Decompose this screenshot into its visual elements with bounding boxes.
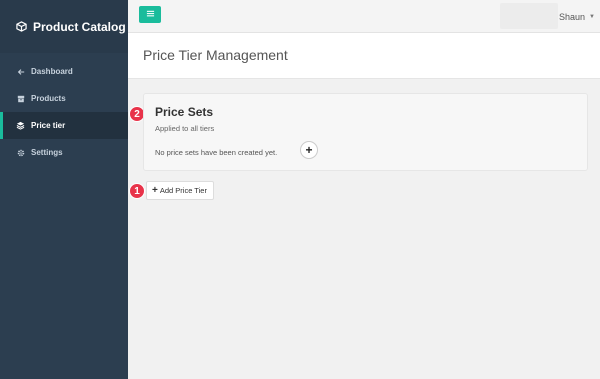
gear-icon [16, 148, 25, 157]
price-sets-title: Price Sets [155, 105, 214, 119]
brand-title: Product Catalog [33, 19, 126, 34]
user-menu[interactable]: Shaun ▼ [500, 0, 600, 33]
add-price-tier-label: Add Price Tier [159, 186, 207, 195]
topbar: Shaun ▼ [128, 0, 600, 33]
sidebar-item-label: Settings [31, 148, 63, 157]
sidebar-item-products[interactable]: Products [0, 85, 128, 112]
price-sets-empty-text: No price sets have been created yet. [155, 148, 278, 157]
arrow-left-icon [16, 67, 25, 76]
layers-icon [16, 121, 25, 130]
add-price-tier-button[interactable]: + Add Price Tier [146, 181, 214, 200]
sidebar-item-price-tier[interactable]: Price tier [0, 112, 128, 139]
menu-toggle-button[interactable] [139, 6, 161, 23]
user-area-placeholder [500, 3, 558, 29]
sidebar-item-label: Dashboard [31, 67, 73, 76]
brand[interactable]: Product Catalog [0, 0, 128, 53]
plus-icon: + [152, 185, 158, 196]
sidebar: Product Catalog Dashboard Products Price… [0, 0, 128, 379]
sidebar-item-label: Price tier [31, 121, 66, 130]
cube-icon [16, 21, 27, 32]
caret-down-icon: ▼ [589, 13, 595, 20]
step-badge-1: 1 [129, 183, 145, 199]
plus-icon: + [305, 143, 313, 157]
hamburger-icon [146, 9, 155, 21]
archive-icon [16, 94, 25, 103]
sidebar-item-dashboard[interactable]: Dashboard [0, 58, 128, 85]
page-header: Price Tier Management [128, 33, 600, 79]
price-sets-subtitle: Applied to all tiers [155, 124, 215, 133]
user-name: Shaun [559, 11, 586, 22]
sidebar-nav: Dashboard Products Price tier Settings [0, 58, 128, 166]
sidebar-item-settings[interactable]: Settings [0, 139, 128, 166]
price-sets-card: Price Sets Applied to all tiers No price… [143, 93, 588, 171]
sidebar-item-label: Products [31, 94, 66, 103]
page-title: Price Tier Management [143, 47, 288, 63]
add-price-set-button[interactable]: + [300, 141, 318, 159]
